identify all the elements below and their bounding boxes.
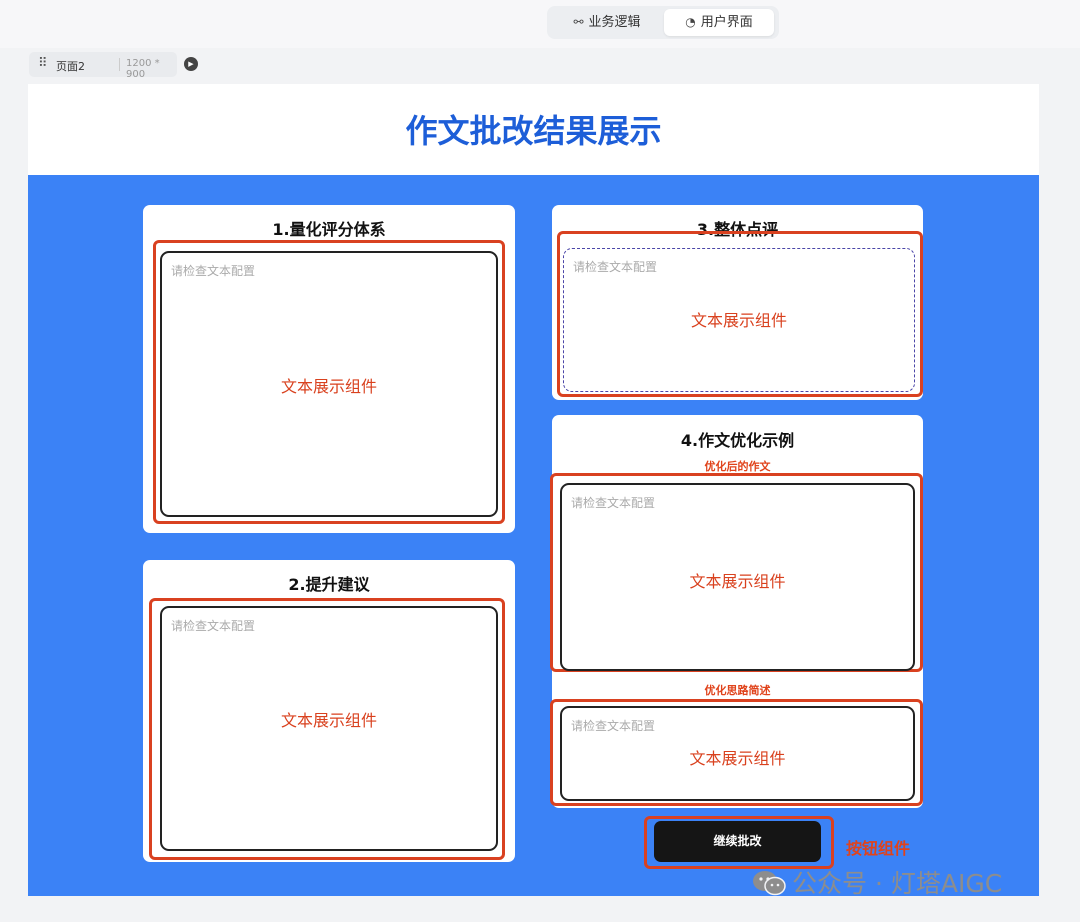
text-display-suggestion[interactable]: 请检查文本配置 文本展示组件 bbox=[160, 606, 498, 851]
placeholder-text: 请检查文本配置 bbox=[571, 719, 656, 733]
component-label: 文本展示组件 bbox=[689, 749, 786, 768]
flow-icon: ⚯ bbox=[573, 15, 584, 29]
placeholder-text: 请检查文本配置 bbox=[171, 619, 256, 633]
wechat-icon bbox=[753, 871, 786, 896]
page-header: 作文批改结果展示 bbox=[28, 84, 1039, 175]
view-switcher: ⚯ 业务逻辑 ◔ 用户界面 bbox=[547, 6, 779, 39]
card-scoring: 1.量化评分体系 请检查文本配置 文本展示组件 bbox=[143, 205, 515, 533]
page-tag[interactable]: ⠿ 页面2 1200 * 900 ▶ bbox=[29, 52, 198, 80]
page-title: 作文批改结果展示 bbox=[405, 112, 662, 150]
card-example: 4.作文优化示例 优化后的作文 请检查文本配置 文本展示组件 优化思路简述 请检… bbox=[550, 415, 923, 808]
tab-user-interface[interactable]: ◔ 用户界面 bbox=[664, 9, 774, 36]
palette-icon: ◔ bbox=[685, 15, 696, 29]
component-label: 文本展示组件 bbox=[280, 711, 377, 730]
optimization-notes-subtitle: 优化思路简述 bbox=[704, 684, 771, 697]
top-toolbar: ⚯ 业务逻辑 ◔ 用户界面 bbox=[0, 0, 1080, 48]
card-scoring-title: 1.量化评分体系 bbox=[272, 220, 386, 239]
component-label: 文本展示组件 bbox=[690, 311, 787, 330]
button-component-annotation: 按钮组件 bbox=[846, 839, 911, 858]
continue-review-button[interactable]: 继续批改 bbox=[654, 821, 821, 862]
placeholder-text: 请检查文本配置 bbox=[171, 264, 256, 278]
card-review: 3.整体点评 请检查文本配置 文本展示组件 bbox=[552, 205, 923, 400]
optimized-essay-subtitle: 优化后的作文 bbox=[704, 460, 771, 473]
card-example-title: 4.作文优化示例 bbox=[680, 431, 795, 450]
design-canvas: 作文批改结果展示 1.量化评分体系 请检查文本配置 文本展示组件 2.提升建议 … bbox=[28, 84, 1039, 896]
text-display-scoring[interactable]: 请检查文本配置 文本展示组件 bbox=[160, 251, 498, 517]
preview-play-icon[interactable]: ▶ bbox=[184, 57, 198, 71]
divider bbox=[119, 58, 120, 71]
text-display-optimized-essay[interactable]: 请检查文本配置 文本展示组件 bbox=[560, 483, 915, 671]
watermark-text: 公众号 · 灯塔AIGC bbox=[792, 869, 1003, 898]
card-suggestion: 2.提升建议 请检查文本配置 文本展示组件 bbox=[143, 560, 515, 862]
watermark: 公众号 · 灯塔AIGC bbox=[752, 864, 1002, 900]
placeholder-text: 请检查文本配置 bbox=[573, 260, 658, 274]
card-suggestion-title: 2.提升建议 bbox=[288, 575, 370, 594]
text-display-review[interactable]: 请检查文本配置 文本展示组件 bbox=[563, 248, 915, 392]
placeholder-text: 请检查文本配置 bbox=[571, 496, 656, 510]
component-label: 文本展示组件 bbox=[280, 377, 377, 396]
page-name: 页面2 bbox=[56, 60, 85, 73]
text-display-optimization-notes[interactable]: 请检查文本配置 文本展示组件 bbox=[560, 706, 915, 801]
page-size: 1200 * 900 bbox=[126, 58, 160, 80]
component-label: 文本展示组件 bbox=[689, 572, 786, 591]
tab-business-logic[interactable]: ⚯ 业务逻辑 bbox=[553, 9, 661, 36]
drag-handle-icon[interactable]: ⠿ bbox=[38, 57, 48, 71]
